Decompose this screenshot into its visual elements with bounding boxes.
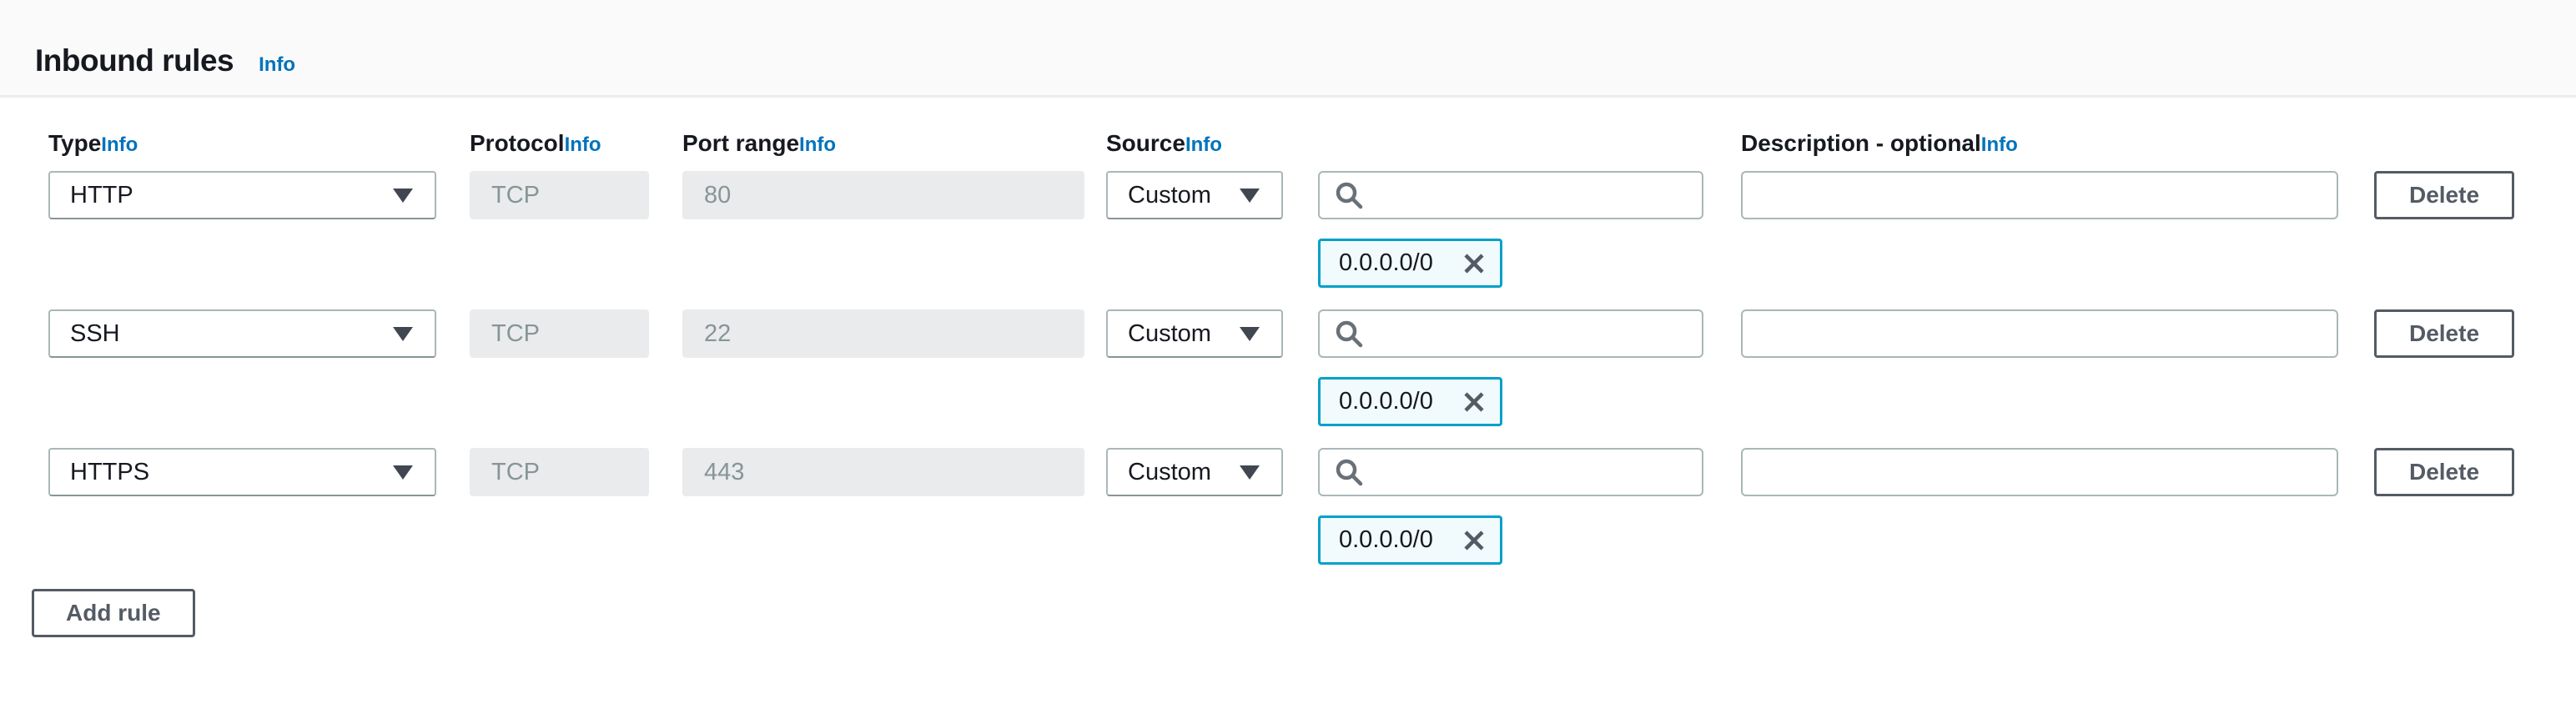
- source-chip-line: 0.0.0.0/0: [1318, 377, 2544, 426]
- chevron-down-icon: [393, 327, 413, 341]
- source-chip: 0.0.0.0/0: [1318, 515, 1502, 565]
- source-search-box[interactable]: [1318, 171, 1703, 219]
- source-type-select[interactable]: Custom: [1106, 171, 1283, 219]
- column-header-type: Type Info: [48, 129, 436, 159]
- panel-header: Inbound rules Info: [0, 0, 2576, 98]
- description-cell: [1741, 448, 2338, 496]
- column-header-source: Source Info: [1106, 129, 1283, 159]
- port-range-field: 22: [682, 309, 1084, 358]
- delete-rule-button[interactable]: Delete: [2374, 309, 2514, 358]
- chevron-down-icon: [1240, 189, 1260, 203]
- column-header-description: Description - optional Info: [1741, 129, 2338, 159]
- add-rule-row: Add rule: [32, 589, 2544, 637]
- source-chip: 0.0.0.0/0: [1318, 239, 1502, 288]
- protocol-info-link[interactable]: Info: [565, 131, 601, 159]
- chevron-down-icon: [393, 465, 413, 480]
- type-info-link[interactable]: Info: [101, 131, 138, 159]
- search-icon: [1335, 319, 1363, 348]
- chevron-down-icon: [1240, 327, 1260, 341]
- source-chip: 0.0.0.0/0: [1318, 377, 1502, 426]
- rules-table: Type Info Protocol Info Port range Info …: [48, 129, 2544, 565]
- protocol-field: TCP: [470, 448, 649, 496]
- description-info-link[interactable]: Info: [1981, 131, 2018, 159]
- chevron-down-icon: [1240, 465, 1260, 480]
- column-header-protocol: Protocol Info: [470, 129, 649, 159]
- source-chip-value: 0.0.0.0/0: [1339, 249, 1433, 277]
- type-select-value: SSH: [70, 320, 120, 348]
- port-range-field: 80: [682, 171, 1084, 219]
- source-info-link[interactable]: Info: [1185, 131, 1222, 159]
- type-select[interactable]: SSH: [48, 309, 436, 358]
- inbound-rules-info-link[interactable]: Info: [259, 53, 295, 77]
- dismiss-icon[interactable]: [1462, 528, 1487, 553]
- delete-rule-button[interactable]: Delete: [2374, 448, 2514, 496]
- source-search-input[interactable]: [1371, 174, 1702, 216]
- source-type-select-value: Custom: [1128, 182, 1211, 209]
- search-icon: [1335, 458, 1363, 486]
- source-type-select-value: Custom: [1128, 459, 1211, 486]
- source-search-input[interactable]: [1371, 451, 1702, 493]
- dismiss-icon[interactable]: [1462, 390, 1487, 415]
- source-search-box[interactable]: [1318, 448, 1703, 496]
- source-type-select-value: Custom: [1128, 320, 1211, 348]
- source-search-input[interactable]: [1371, 313, 1702, 354]
- type-select-value: HTTPS: [70, 459, 149, 486]
- description-input[interactable]: [1741, 171, 2338, 219]
- inbound-rule-row-https: HTTPS TCP 443 Custom: [48, 448, 2544, 565]
- column-header-row: Type Info Protocol Info Port range Info …: [48, 129, 2544, 159]
- add-rule-button[interactable]: Add rule: [32, 589, 195, 637]
- chevron-down-icon: [393, 189, 413, 203]
- description-cell: [1741, 309, 2338, 358]
- protocol-field: TCP: [470, 309, 649, 358]
- dismiss-icon[interactable]: [1462, 251, 1487, 276]
- description-cell: [1741, 171, 2338, 219]
- port-range-field: 443: [682, 448, 1084, 496]
- source-chip-line: 0.0.0.0/0: [1318, 239, 2544, 288]
- inbound-rules-panel: Inbound rules Info Type Info Protocol In…: [0, 0, 2576, 714]
- source-type-select[interactable]: Custom: [1106, 448, 1283, 496]
- panel-content: Type Info Protocol Info Port range Info …: [0, 129, 2576, 637]
- type-select-value: HTTP: [70, 182, 133, 209]
- type-select[interactable]: HTTPS: [48, 448, 436, 496]
- description-input[interactable]: [1741, 309, 2338, 358]
- inbound-rule-row-ssh: SSH TCP 22 Custom: [48, 309, 2544, 426]
- port-range-info-link[interactable]: Info: [799, 131, 836, 159]
- protocol-field: TCP: [470, 171, 649, 219]
- column-header-port-range: Port range Info: [682, 129, 1084, 159]
- source-search-box[interactable]: [1318, 309, 1703, 358]
- source-chip-value: 0.0.0.0/0: [1339, 526, 1433, 554]
- type-select[interactable]: HTTP: [48, 171, 436, 219]
- source-type-select[interactable]: Custom: [1106, 309, 1283, 358]
- inbound-rule-row-http: HTTP TCP 80 Custom: [48, 171, 2544, 288]
- source-chip-line: 0.0.0.0/0: [1318, 515, 2544, 565]
- source-chip-value: 0.0.0.0/0: [1339, 388, 1433, 415]
- description-input[interactable]: [1741, 448, 2338, 496]
- delete-rule-button[interactable]: Delete: [2374, 171, 2514, 219]
- search-icon: [1335, 181, 1363, 209]
- page-title: Inbound rules: [35, 43, 234, 78]
